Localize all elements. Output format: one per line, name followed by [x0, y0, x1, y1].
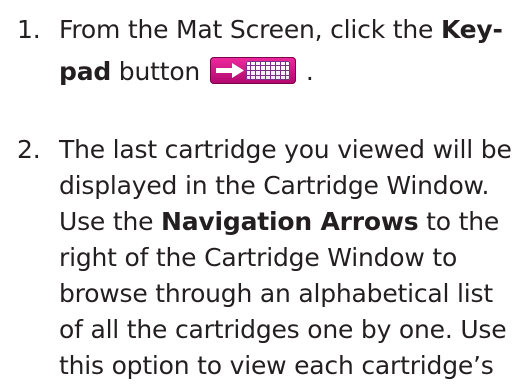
keypad-button-icon	[210, 57, 297, 84]
step-1-button-word: button	[111, 57, 201, 86]
step-1-line-1: From the Mat Screen, click the Key-	[59, 13, 503, 46]
step-1-period: .	[305, 57, 314, 86]
right-arrow-icon	[216, 63, 245, 78]
keypad-label-part-2: pad	[59, 57, 112, 86]
instruction-document: 1. From the Mat Screen, click the Key- p…	[0, 0, 531, 387]
keypad-label-part-1: Key-	[440, 15, 503, 44]
step-2-line-4: right of the Cartridge Window to	[59, 243, 458, 272]
keypad-grid-icon	[246, 61, 291, 80]
step-2-line-6: of all the cartridges one by one. Use	[59, 315, 507, 344]
step-2-line-3: Use the Navigation Arrows to the	[59, 205, 499, 238]
step-2-text-end: to the	[418, 207, 500, 236]
step-2-line-1: The last cartridge you viewed will be	[59, 135, 512, 164]
step-2-number: 2.	[17, 135, 41, 164]
step-2-line-7: this option to view each cartridge’s	[59, 351, 494, 380]
step-2-line-2: displayed in the Cartridge Window.	[59, 171, 490, 200]
step-2-text: Use the	[59, 207, 162, 236]
step-1-line-2: pad button .	[59, 55, 314, 88]
step-1-number: 1.	[17, 15, 41, 44]
navigation-arrows-label: Navigation Arrows	[161, 207, 419, 236]
step-2-line-5: browse through an alphabetical list	[59, 279, 493, 308]
step-1-text: From the Mat Screen, click the	[59, 15, 441, 44]
